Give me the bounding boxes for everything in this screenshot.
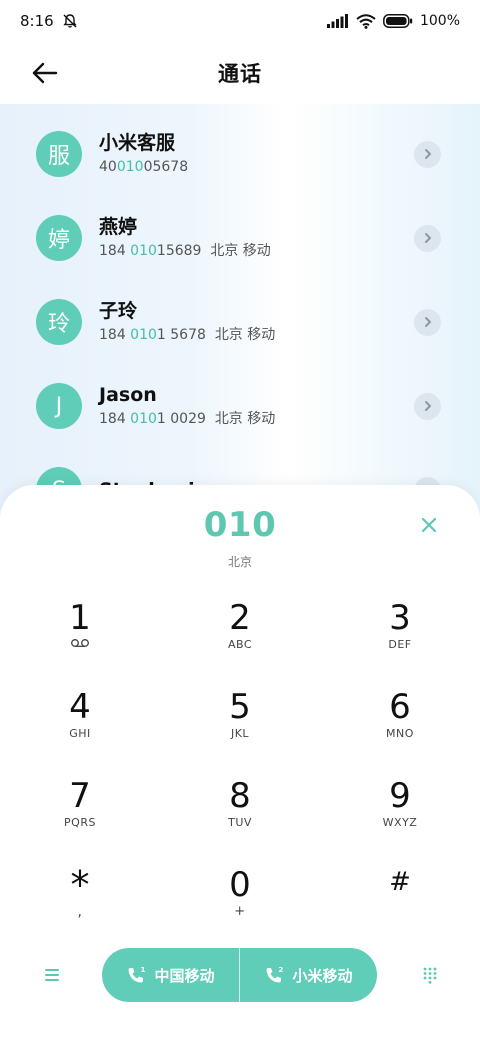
- contact-number: 184 01015689 北京 移动: [99, 243, 271, 259]
- key-letters: DEF: [388, 638, 412, 651]
- menu-icon[interactable]: [44, 968, 60, 982]
- contact-search-results: 服 小米客服 4001005678 婷 燕婷 184 01015689 北京 移…: [0, 104, 480, 524]
- key-digit: 9: [389, 776, 411, 816]
- contact-number: 4001005678: [99, 159, 189, 175]
- contact-number: 184 0101 5678 北京 移动: [99, 327, 276, 343]
- contact-avatar: J: [36, 383, 82, 429]
- key-digit: 6: [389, 687, 411, 727]
- contact-avatar: 玲: [36, 299, 82, 345]
- bell-off-icon: [63, 14, 77, 28]
- dial-key-5[interactable]: 5 JKL: [180, 687, 300, 767]
- sim2-label: 小米移动: [292, 966, 353, 985]
- contact-avatar: 服: [36, 131, 82, 177]
- key-letters: JKL: [230, 727, 250, 740]
- dialed-number-location: 北京: [227, 555, 252, 569]
- key-letters: TUV: [228, 816, 252, 829]
- contact-location: 北京 移动: [214, 411, 276, 427]
- back-arrow-icon[interactable]: [28, 56, 62, 90]
- phone-sim1-icon: 1: [128, 966, 146, 983]
- contact-row[interactable]: 玲 子玲 184 0101 5678 北京 移动: [0, 280, 480, 364]
- contact-row[interactable]: 婷 燕婷 184 01015689 北京 移动: [0, 196, 480, 280]
- dialpad-icon[interactable]: [422, 966, 438, 984]
- key-digit: 8: [229, 776, 251, 816]
- status-icons: 100%: [326, 13, 460, 29]
- key-digit: *: [70, 863, 90, 907]
- key-digit: 1: [69, 598, 91, 638]
- battery-icon: [383, 14, 413, 28]
- contact-location: 北京 移动: [210, 243, 271, 259]
- chevron-right-icon: [424, 317, 431, 327]
- dial-key-2[interactable]: 2 ABC: [180, 598, 300, 678]
- contact-name: Jason: [99, 384, 157, 406]
- key-digit: 3: [389, 598, 411, 638]
- dial-key-8[interactable]: 8 TUV: [180, 776, 300, 856]
- key-letters: WXYZ: [382, 816, 418, 829]
- match-highlight: 010: [130, 243, 157, 259]
- call-action-bar: 1 中国移动 2 小米移动: [0, 948, 480, 1004]
- key-letters: MNO: [386, 727, 414, 740]
- dial-key-hash[interactable]: #: [340, 865, 460, 945]
- dial-key-7[interactable]: 7 PQRS: [20, 776, 140, 856]
- contact-detail-button[interactable]: [414, 392, 441, 420]
- chevron-right-icon: [424, 233, 431, 243]
- key-letters: ,: [77, 904, 83, 920]
- contact-detail-button[interactable]: [414, 308, 441, 336]
- contact-name: 小米客服: [99, 132, 176, 154]
- contact-number: 184 0101 0029 北京 移动: [99, 411, 276, 427]
- svg-text:2: 2: [279, 966, 284, 974]
- svg-text:1: 1: [141, 966, 146, 974]
- sim1-label: 中国移动: [154, 966, 215, 985]
- contact-row[interactable]: J Jason 184 0101 0029 北京 移动: [0, 364, 480, 448]
- match-highlight: 010: [116, 159, 144, 175]
- key-digit: 7: [69, 776, 91, 816]
- dial-key-3[interactable]: 3 DEF: [340, 598, 460, 678]
- dial-key-9[interactable]: 9 WXYZ: [340, 776, 460, 856]
- voicemail-icon: [71, 639, 89, 647]
- page-title: 通话: [218, 62, 262, 86]
- wifi-icon: [356, 13, 376, 29]
- contact-detail-button[interactable]: [414, 140, 441, 168]
- key-digit: 0: [229, 865, 251, 905]
- match-highlight: 010: [130, 327, 157, 343]
- dial-key-1[interactable]: 1: [20, 598, 140, 678]
- contact-detail-button[interactable]: [414, 224, 441, 252]
- dial-key-6[interactable]: 6 MNO: [340, 687, 460, 767]
- call-sim1-button[interactable]: 1 中国移动: [102, 948, 239, 1002]
- key-digit: #: [389, 867, 411, 897]
- contact-name: 燕婷: [99, 216, 138, 238]
- contact-avatar: 婷: [36, 215, 82, 261]
- status-time: 8:16: [20, 12, 54, 30]
- key-digit: 5: [229, 687, 251, 727]
- call-button-group: 1 中国移动 2 小米移动: [102, 948, 377, 1002]
- key-letters: +: [234, 904, 246, 919]
- dialed-number: 010: [203, 505, 277, 545]
- key-letters: ABC: [227, 638, 253, 651]
- contact-row[interactable]: 服 小米客服 4001005678: [0, 112, 480, 196]
- contact-location: 北京 移动: [214, 327, 276, 343]
- call-sim2-button[interactable]: 2 小米移动: [240, 948, 377, 1002]
- match-highlight: 010: [130, 411, 157, 427]
- contact-name: 子玲: [99, 300, 138, 322]
- dial-key-star[interactable]: * ,: [20, 865, 140, 945]
- dial-key-0[interactable]: 0 +: [180, 865, 300, 945]
- dial-key-4[interactable]: 4 GHI: [20, 687, 140, 767]
- battery-percent: 100%: [419, 13, 460, 29]
- chevron-right-icon: [424, 149, 431, 159]
- key-letters: PQRS: [64, 816, 96, 829]
- status-bar: 8:16 100%: [0, 0, 480, 42]
- phone-sim2-icon: 2: [266, 966, 284, 983]
- clear-icon[interactable]: [419, 515, 439, 535]
- chevron-right-icon: [424, 401, 431, 411]
- header: 通话: [0, 42, 480, 104]
- signal-icon: [326, 14, 348, 28]
- key-letters: GHI: [69, 727, 91, 740]
- key-digit: 4: [69, 687, 91, 727]
- key-digit: 2: [229, 598, 251, 638]
